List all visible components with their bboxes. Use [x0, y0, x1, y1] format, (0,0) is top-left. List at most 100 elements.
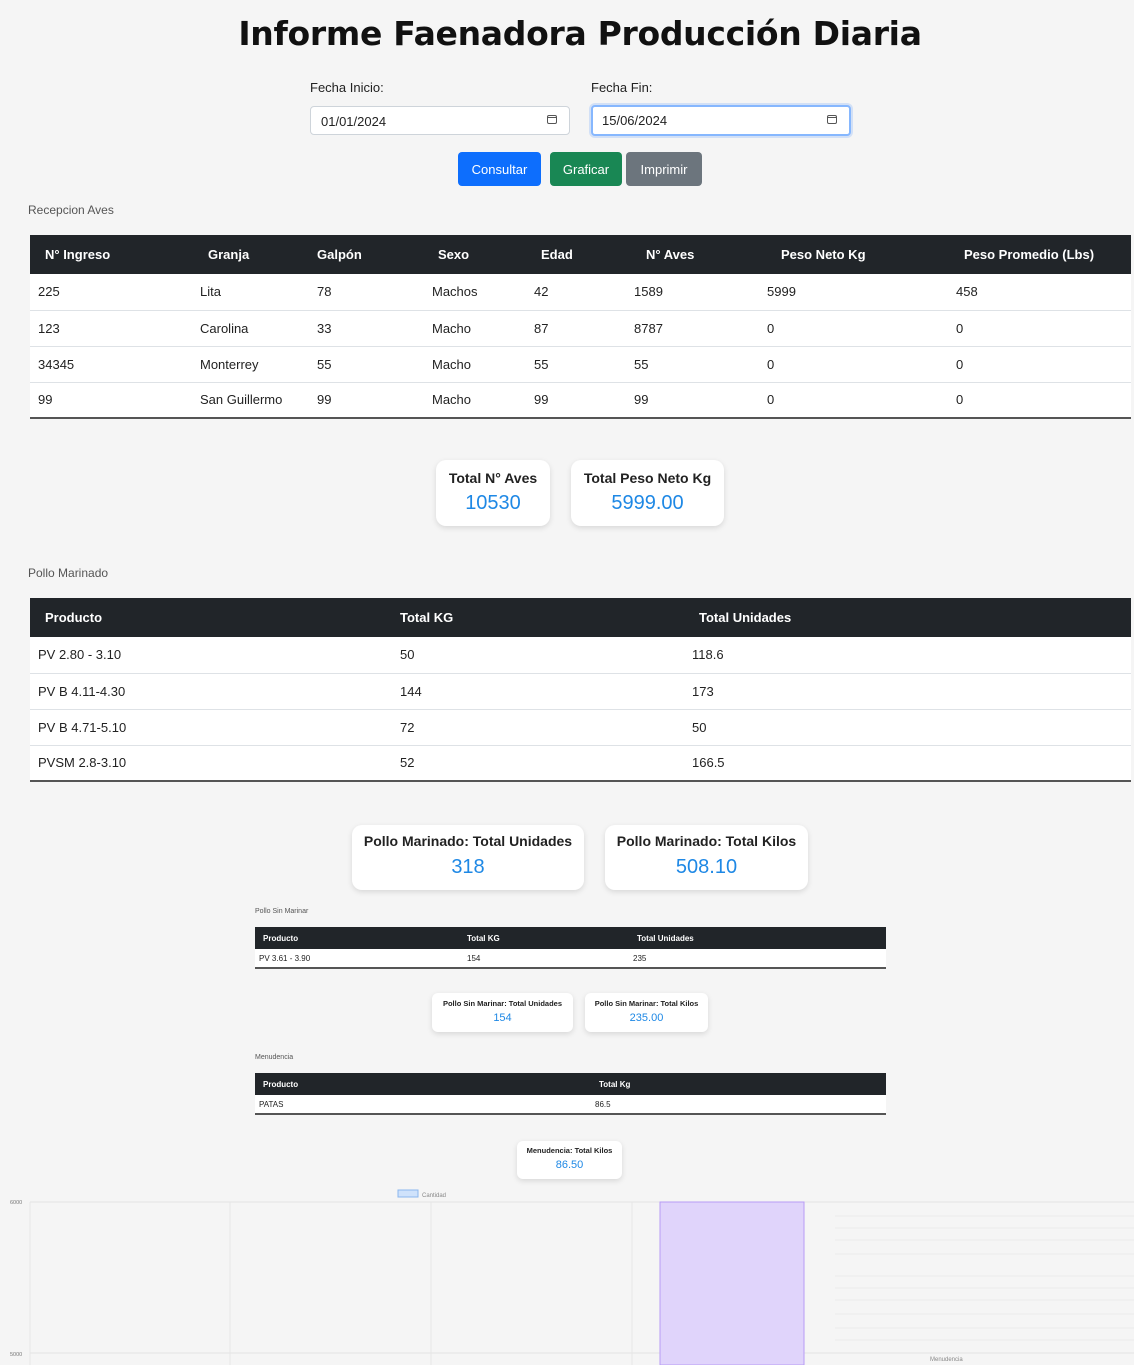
chart-bar[interactable] — [659, 1201, 805, 1365]
sin-marinar-header-row: Producto Total KG Total Unidades — [255, 927, 886, 949]
marinado-kilos-label: Pollo Marinado: Total Kilos — [616, 833, 797, 849]
menudencia-section-title: Menudencia — [255, 1054, 294, 1061]
graficar-button[interactable]: Graficar — [550, 152, 622, 186]
marinado-unidades-label: Pollo Marinado: Total Unidades — [363, 833, 573, 849]
col-header[interactable]: Galpón — [317, 235, 432, 274]
cell: Macho — [432, 382, 534, 419]
col-header[interactable]: Total Unidades — [633, 927, 886, 949]
total-peso-label: Total Peso Neto Kg — [583, 470, 712, 486]
col-header[interactable]: N° Aves — [634, 235, 767, 274]
menudencia-header-row: Producto Total Kg — [255, 1073, 886, 1095]
cell: 0 — [767, 346, 956, 383]
end-date-input[interactable]: 15/06/2024 — [591, 105, 851, 136]
col-header[interactable]: Peso Neto Kg — [767, 235, 956, 274]
cell: 55 — [317, 346, 432, 383]
marinado-header-row: Producto Total KG Total Unidades — [30, 598, 1131, 637]
table-row: 225 Lita 78 Machos 42 1589 5999 458 — [30, 274, 1131, 311]
cell: 0 — [767, 310, 956, 347]
col-header[interactable]: Edad — [534, 235, 634, 274]
page-title: Informe Faenadora Producción Diaria — [238, 14, 922, 53]
legend-label[interactable]: Cantidad — [422, 1193, 446, 1199]
sin-marinar-unidades-card: Pollo Sin Marinar: Total Unidades 154 — [432, 993, 573, 1032]
col-header[interactable]: Total Unidades — [692, 598, 1131, 637]
cell: 458 — [956, 274, 1131, 311]
col-header[interactable]: Total KG — [400, 598, 692, 637]
cell: 99 — [30, 382, 200, 419]
cell: Macho — [432, 310, 534, 347]
start-date-label: Fecha Inicio: — [310, 80, 384, 95]
col-header[interactable]: Sexo — [432, 235, 534, 274]
table-row: PVSM 2.8-3.10 52 166.5 — [30, 745, 1131, 782]
cell: PATAS — [255, 1095, 591, 1115]
cell: 72 — [400, 709, 692, 746]
cell: PV B 4.11-4.30 — [30, 673, 400, 710]
sin-marinar-kilos-card: Pollo Sin Marinar: Total Kilos 235.00 — [585, 993, 708, 1032]
cell: 86.5 — [591, 1095, 886, 1115]
sin-marinar-kilos-label: Pollo Sin Marinar: Total Kilos — [594, 999, 699, 1008]
calendar-icon[interactable] — [827, 115, 837, 124]
cell: 0 — [956, 346, 1131, 383]
col-header[interactable]: Producto — [30, 598, 400, 637]
cell: 118.6 — [692, 637, 1131, 674]
col-header[interactable]: Peso Promedio (Lbs) — [956, 235, 1131, 274]
end-date-value: 15/06/2024 — [602, 113, 668, 128]
total-aves-value: 10530 — [465, 492, 521, 514]
marinado-kilos-card: Pollo Marinado: Total Kilos 508.10 — [605, 825, 808, 890]
cell: 34345 — [30, 346, 200, 383]
start-date-input[interactable]: 01/01/2024 — [310, 106, 570, 135]
col-header[interactable]: Producto — [255, 927, 467, 949]
recepcion-section-title: Recepcion Aves — [28, 203, 114, 217]
cell: 33 — [317, 310, 432, 347]
calendar-icon[interactable] — [547, 115, 557, 124]
cell: 123 — [30, 310, 200, 347]
cell: 173 — [692, 673, 1131, 710]
chart-grid — [29, 1201, 1134, 1365]
cell: 99 — [634, 382, 767, 419]
marinado-unidades-value: 318 — [451, 856, 485, 878]
cell: 154 — [467, 949, 633, 969]
legend-swatch[interactable] — [397, 1189, 419, 1198]
cell: PV 2.80 - 3.10 — [30, 637, 400, 674]
col-header[interactable]: Total KG — [467, 927, 633, 949]
cell: 5999 — [767, 274, 956, 311]
cell: 0 — [956, 310, 1131, 347]
consultar-button[interactable]: Consultar — [458, 152, 541, 186]
total-peso-value: 5999.00 — [611, 492, 684, 514]
cell: 99 — [534, 382, 634, 419]
menudencia-table: Producto Total Kg PATAS 86.5 — [255, 1073, 886, 1115]
cell: 99 — [317, 382, 432, 419]
y-tick-label: 6000 — [10, 1200, 22, 1206]
cell: 78 — [317, 274, 432, 311]
table-row: 123 Carolina 33 Macho 87 8787 0 0 — [30, 310, 1131, 347]
table-row: PATAS 86.5 — [255, 1095, 886, 1115]
cell: 144 — [400, 673, 692, 710]
cell: 1589 — [634, 274, 767, 311]
cell: Machos — [432, 274, 534, 311]
cell: 0 — [767, 382, 956, 419]
table-row: 34345 Monterrey 55 Macho 55 55 0 0 — [30, 346, 1131, 383]
col-header[interactable]: Producto — [255, 1073, 591, 1095]
cell: Monterrey — [200, 346, 317, 383]
end-date-label: Fecha Fin: — [591, 80, 653, 95]
col-header[interactable]: N° Ingreso — [30, 235, 200, 274]
marinado-section-title: Pollo Marinado — [28, 566, 109, 580]
cell: 42 — [534, 274, 634, 311]
cell: 50 — [400, 637, 692, 674]
cell: 52 — [400, 745, 692, 782]
menudencia-kilos-card: Menudencia: Total Kilos 86.50 — [517, 1141, 622, 1179]
cell: 55 — [634, 346, 767, 383]
cell: San Guillermo — [200, 382, 317, 419]
cell: Carolina — [200, 310, 317, 347]
total-aves-label: Total N° Aves — [448, 470, 538, 486]
imprimir-button[interactable]: Imprimir — [626, 152, 702, 186]
cell: 87 — [534, 310, 634, 347]
table-row: PV 2.80 - 3.10 50 118.6 — [30, 637, 1131, 674]
recepcion-header-row: N° Ingreso Granja Galpón Sexo Edad N° Av… — [30, 235, 1131, 274]
col-header[interactable]: Granja — [200, 235, 317, 274]
total-aves-card: Total N° Aves 10530 — [436, 460, 550, 526]
col-header[interactable]: Total Kg — [591, 1073, 886, 1095]
cell: 50 — [692, 709, 1131, 746]
sin-marinar-unidades-value: 154 — [493, 1012, 512, 1024]
cell: PV 3.61 - 3.90 — [255, 949, 467, 969]
y-tick-label: 5000 — [10, 1352, 22, 1358]
